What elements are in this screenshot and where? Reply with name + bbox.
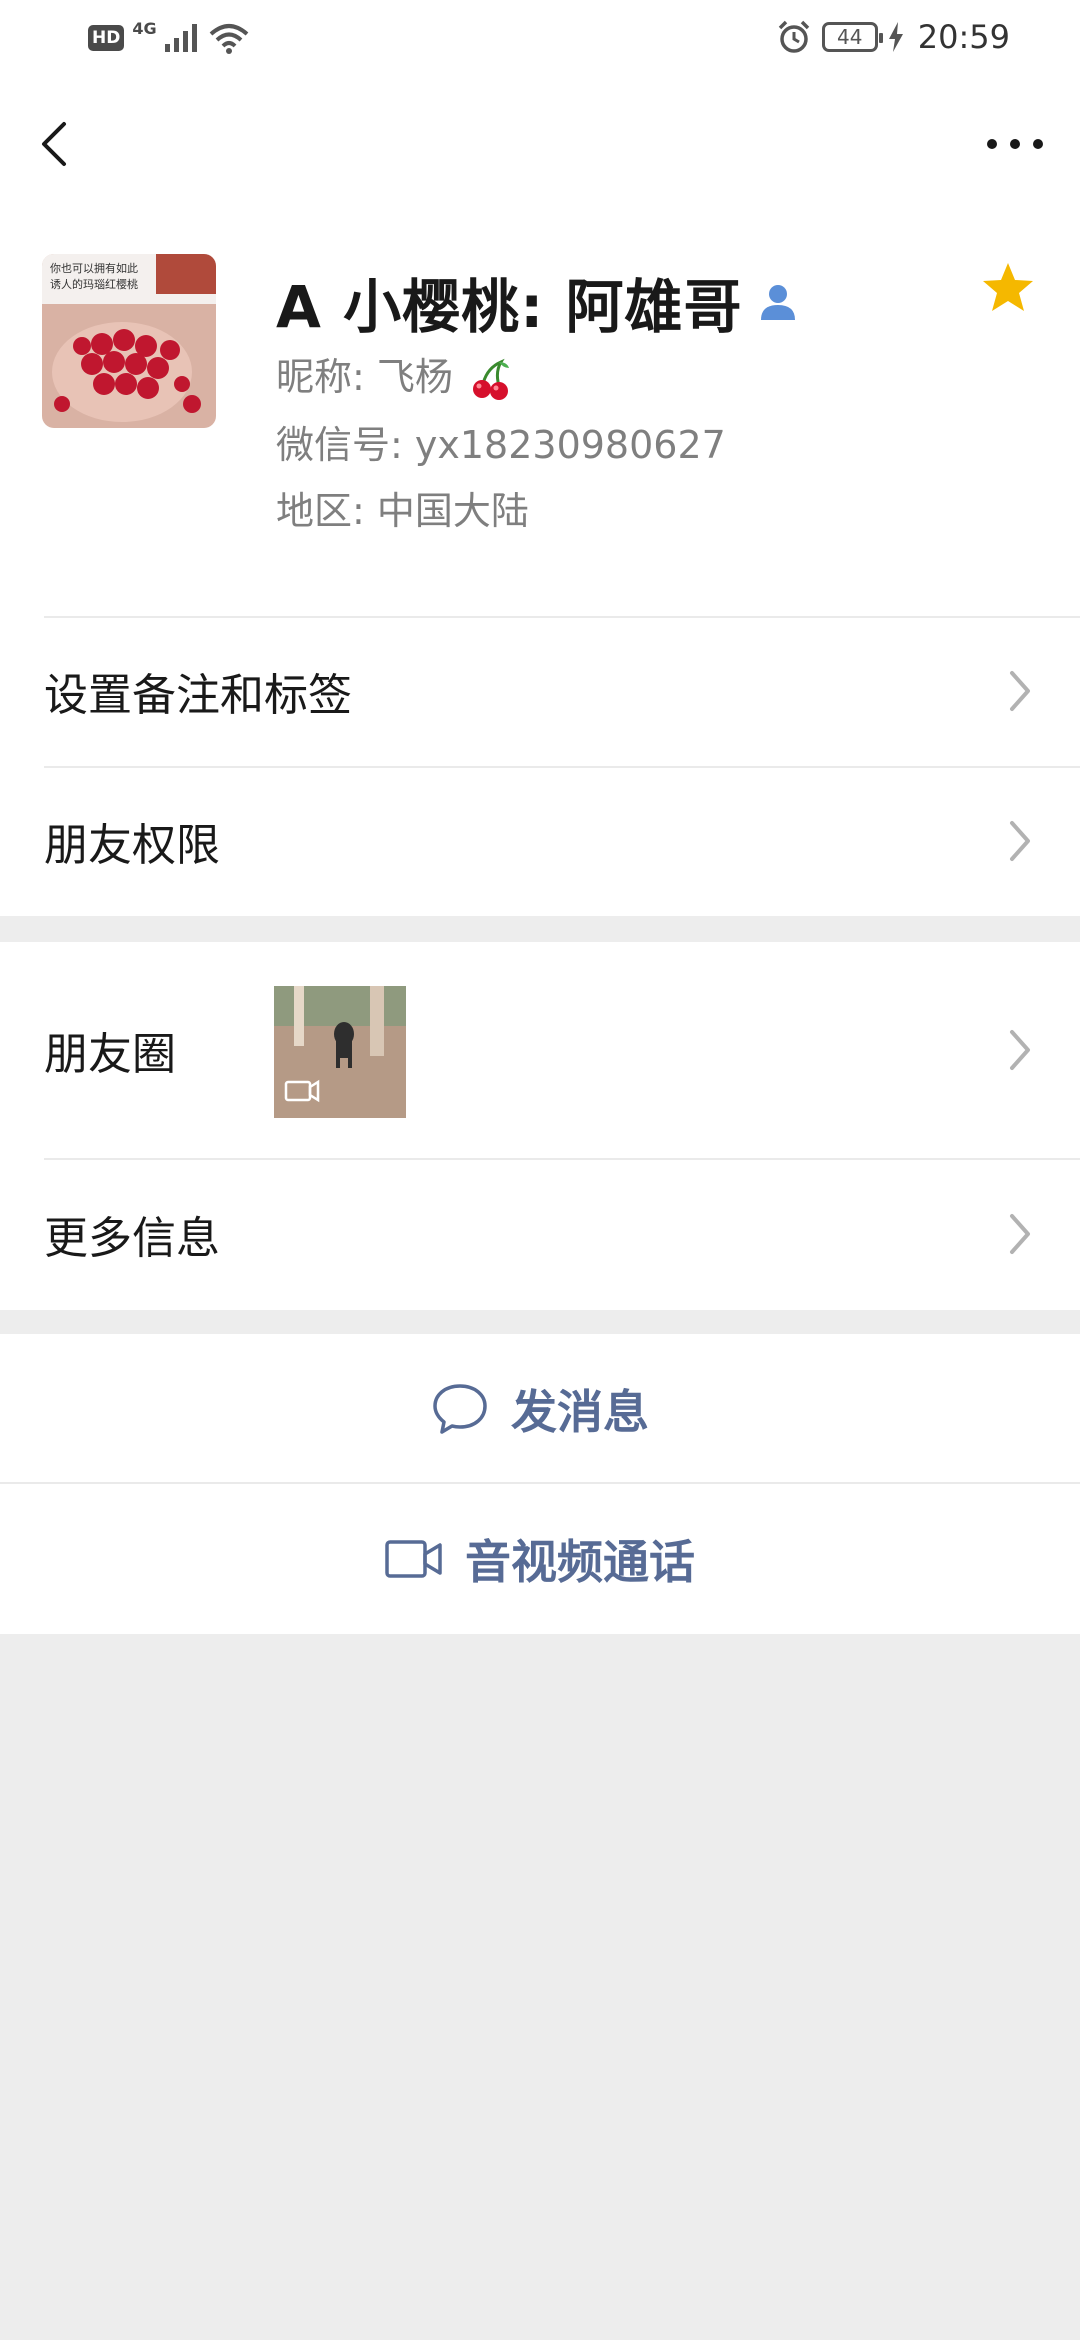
wifi-icon xyxy=(209,24,248,54)
charging-icon xyxy=(888,22,903,52)
nickname-row: 昵称: 飞杨 xyxy=(276,346,513,402)
chevron-right-icon xyxy=(1010,671,1030,711)
back-button[interactable] xyxy=(30,114,90,174)
avatar-caption-1: 你也可以拥有如此 xyxy=(50,261,138,275)
battery-level: 44 xyxy=(837,25,863,49)
video-camera-icon xyxy=(385,1540,442,1578)
name-row: A 小樱桃: 阿雄哥 xyxy=(276,260,798,344)
hd-badge: HD xyxy=(88,25,125,51)
nickname-text: 昵称: 飞杨 xyxy=(276,355,453,399)
send-message-label: 发消息 xyxy=(511,1385,649,1439)
status-right: 44 20:59 xyxy=(776,18,1010,56)
moments-thumbnail[interactable] xyxy=(274,986,406,1118)
chevron-right-icon xyxy=(1010,1214,1030,1254)
remark-tags-cell[interactable]: 设置备注和标签 xyxy=(0,616,1080,766)
avatar-caption-2: 诱人的玛瑙红樱桃 xyxy=(50,277,138,291)
battery-indicator: 44 xyxy=(821,22,883,52)
network-type: 4G xyxy=(132,18,157,38)
more-info-cell[interactable]: 更多信息 xyxy=(0,1158,1080,1310)
avatar[interactable]: 你也可以拥有如此 诱人的玛瑙红樱桃 xyxy=(42,254,216,428)
nav-bar xyxy=(0,84,1080,208)
clock: 20:59 xyxy=(917,18,1010,56)
friend-permissions-label: 朋友权限 xyxy=(44,820,220,871)
signal-icon xyxy=(164,24,197,52)
friend-permissions-cell[interactable]: 朋友权限 xyxy=(0,766,1080,916)
more-options-button[interactable] xyxy=(980,114,1050,174)
contact-person-icon xyxy=(761,285,796,320)
status-left: HD 4G xyxy=(88,18,249,54)
send-message-button[interactable]: 发消息 xyxy=(0,1334,1080,1484)
profile-header: 你也可以拥有如此 诱人的玛瑙红樱桃 A 小樱桃: 阿雄哥 昵称: 飞杨 微信号:… xyxy=(0,208,1080,616)
status-bar: HD 4G 44 20:59 xyxy=(0,0,1080,84)
alarm-icon xyxy=(778,20,810,53)
chevron-right-icon xyxy=(1010,1030,1030,1070)
wechat-id-row: 微信号: yx18230980627 xyxy=(276,423,726,467)
chevron-right-icon xyxy=(1010,821,1030,861)
remark-tags-label: 设置备注和标签 xyxy=(44,670,352,721)
star-icon[interactable] xyxy=(980,260,1036,316)
settings-group: 设置备注和标签 朋友权限 xyxy=(0,616,1080,916)
moments-label: 朋友圈 xyxy=(44,1029,176,1080)
moments-group: 朋友圈 更多信息 xyxy=(0,942,1080,1310)
avatar-image: 你也可以拥有如此 诱人的玛瑙红樱桃 xyxy=(42,254,216,428)
video-call-label: 音视频通话 xyxy=(465,1535,695,1589)
video-call-button[interactable]: 音视频通话 xyxy=(0,1484,1080,1634)
contact-name: A 小樱桃: 阿雄哥 xyxy=(276,273,743,341)
contact-profile-page: HD 4G 44 20:59 你也可以拥有如此 诱人的玛瑙红樱桃 A 小樱桃: … xyxy=(0,0,1080,2340)
moments-video-thumbnail xyxy=(274,986,406,1118)
more-info-label: 更多信息 xyxy=(44,1213,220,1264)
moments-cell[interactable]: 朋友圈 xyxy=(0,942,1080,1158)
cherry-emoji-icon xyxy=(472,358,509,400)
chat-bubble-icon xyxy=(433,1384,487,1434)
region-row: 地区: 中国大陆 xyxy=(276,489,529,533)
